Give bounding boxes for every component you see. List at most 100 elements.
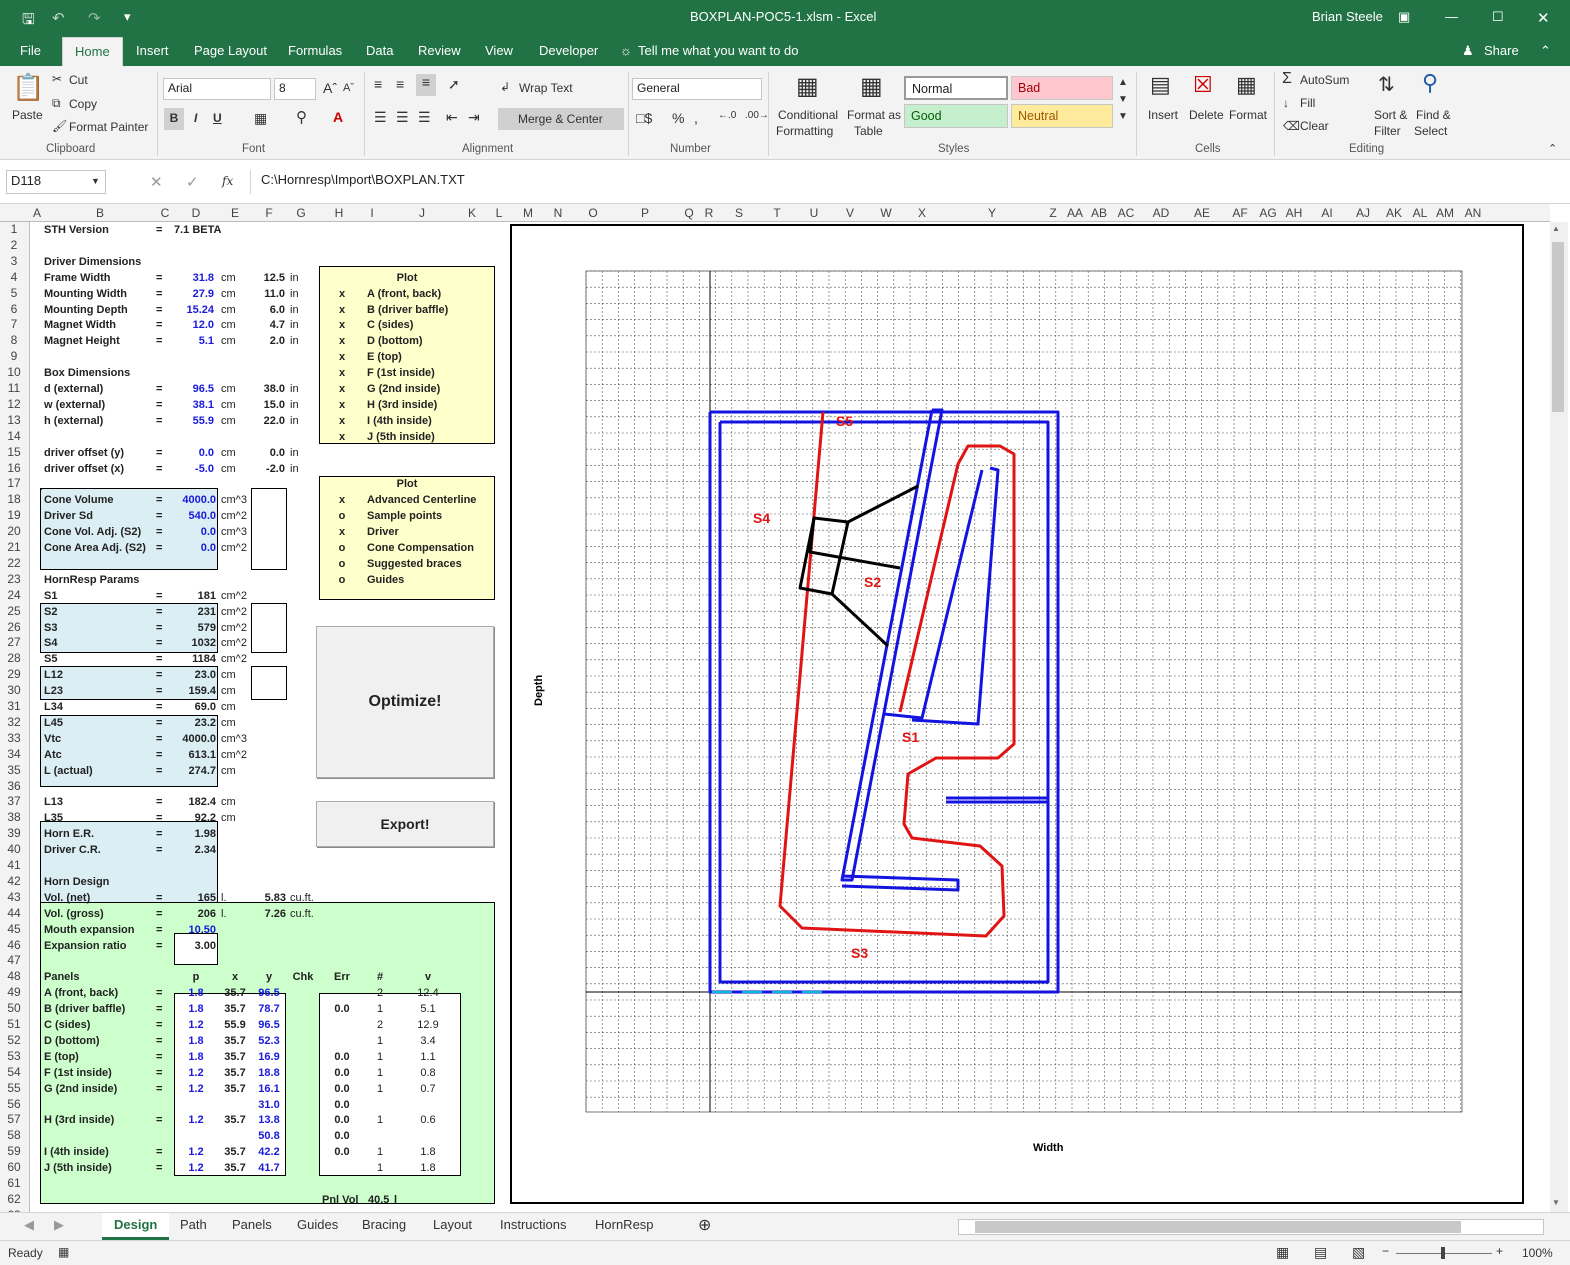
row-header[interactable]: 30 bbox=[0, 683, 28, 697]
hornresp-label[interactable]: S5 bbox=[44, 652, 154, 667]
vol-gross-cuft[interactable]: 7.26 bbox=[252, 907, 286, 922]
hornresp-label[interactable]: L34 bbox=[44, 700, 154, 715]
plot1-label[interactable]: H (3rd inside) bbox=[367, 398, 493, 413]
hornresp-unit[interactable]: cm bbox=[221, 668, 255, 683]
sheet-tab[interactable]: HornResp bbox=[595, 1217, 654, 1232]
row-header[interactable]: 15 bbox=[0, 445, 28, 459]
cone-unit[interactable]: cm^3 bbox=[221, 525, 255, 540]
align-middle-icon[interactable]: ≡ bbox=[396, 76, 404, 92]
hornresp-label[interactable]: Vtc bbox=[44, 732, 154, 747]
hornresp-value[interactable]: 1184 bbox=[174, 652, 216, 667]
plot2-mark[interactable]: o bbox=[319, 573, 365, 588]
panel-err[interactable]: 0.0 bbox=[319, 1113, 365, 1128]
accounting-icon[interactable]: □$ bbox=[636, 110, 652, 126]
panel-err[interactable]: 0.0 bbox=[319, 1002, 365, 1017]
panels-x-header[interactable]: x bbox=[218, 970, 252, 985]
column-header[interactable]: Q bbox=[680, 206, 698, 220]
plot1-label[interactable]: F (1st inside) bbox=[367, 366, 493, 381]
unit-in[interactable]: in bbox=[290, 303, 310, 318]
hornresp-label[interactable]: L45 bbox=[44, 716, 154, 731]
cone-label[interactable]: Driver Sd bbox=[44, 509, 164, 524]
column-header[interactable]: AJ bbox=[1346, 206, 1380, 220]
row-header[interactable]: 59 bbox=[0, 1144, 28, 1158]
panel-v[interactable]: 12.9 bbox=[395, 1018, 461, 1033]
row-header[interactable]: 33 bbox=[0, 731, 28, 745]
eq-sign[interactable]: = bbox=[156, 382, 170, 397]
offset-label[interactable]: driver offset (y) bbox=[44, 446, 154, 461]
zoom-slider-thumb[interactable] bbox=[1441, 1247, 1445, 1259]
copy-button[interactable]: Copy bbox=[69, 97, 97, 111]
extra-unit[interactable]: cm bbox=[221, 811, 255, 826]
unit-cm[interactable]: cm bbox=[221, 271, 241, 286]
cone-value[interactable]: 0.0 bbox=[174, 541, 216, 556]
plot2-mark[interactable]: o bbox=[319, 541, 365, 556]
panel-n[interactable]: 2 bbox=[365, 986, 395, 1001]
underline-button[interactable]: U bbox=[213, 111, 222, 125]
panel-y[interactable]: 16.9 bbox=[252, 1050, 286, 1065]
plot2-mark[interactable]: x bbox=[319, 493, 365, 508]
panel-p[interactable]: 1.8 bbox=[174, 1050, 218, 1065]
panel-err[interactable]: 0.0 bbox=[319, 1129, 365, 1144]
unit-in[interactable]: in bbox=[290, 398, 310, 413]
eq-sign[interactable]: = bbox=[156, 748, 170, 763]
hornresp-label[interactable]: S2 bbox=[44, 605, 154, 620]
column-header[interactable]: AI bbox=[1308, 206, 1346, 220]
panel-n[interactable]: 1 bbox=[365, 1113, 395, 1128]
vol-gross-cuft-unit[interactable]: cu.ft. bbox=[290, 907, 330, 922]
sheet-tab[interactable]: Guides bbox=[297, 1217, 338, 1232]
cone-unit[interactable]: cm^2 bbox=[221, 541, 255, 556]
panel-v[interactable]: 1.8 bbox=[395, 1145, 461, 1160]
panel-n[interactable]: 1 bbox=[365, 1066, 395, 1081]
hornresp-value[interactable]: 274.7 bbox=[174, 764, 216, 779]
cone-value[interactable]: 4000.0 bbox=[174, 493, 216, 508]
plot2-label[interactable]: Cone Compensation bbox=[367, 541, 493, 556]
column-header[interactable]: AK bbox=[1380, 206, 1408, 220]
page-layout-view-icon[interactable]: ▤ bbox=[1314, 1244, 1327, 1261]
fill-color-icon[interactable]: ⚲ bbox=[296, 108, 307, 126]
plot1-mark[interactable]: x bbox=[319, 334, 365, 349]
driver-dim-label[interactable]: Mounting Depth bbox=[44, 303, 154, 318]
exp-ratio-label[interactable]: Expansion ratio bbox=[44, 939, 154, 954]
row-header[interactable]: 16 bbox=[0, 461, 28, 475]
column-header[interactable]: T bbox=[758, 206, 796, 220]
hornresp-unit[interactable]: cm bbox=[221, 700, 255, 715]
panel-v[interactable]: 0.6 bbox=[395, 1113, 461, 1128]
row-header[interactable]: 37 bbox=[0, 794, 28, 808]
extra-value[interactable]: 1.98 bbox=[174, 827, 216, 842]
plot1-mark[interactable]: x bbox=[319, 398, 365, 413]
plot2-label[interactable]: Sample points bbox=[367, 509, 493, 524]
driver-dim-label[interactable]: Magnet Width bbox=[44, 318, 154, 333]
row-header[interactable]: 28 bbox=[0, 651, 28, 665]
panel-y[interactable]: 16.1 bbox=[252, 1082, 286, 1097]
offset-cm[interactable]: 0.0 bbox=[174, 446, 214, 461]
hornresp-title[interactable]: HornResp Params bbox=[44, 573, 184, 588]
row-header[interactable]: 9 bbox=[0, 349, 28, 363]
tell-me-search[interactable]: Tell me what you want to do bbox=[638, 43, 798, 58]
driver-dim-in[interactable]: 6.0 bbox=[252, 303, 285, 318]
redo-icon[interactable]: ↷ bbox=[88, 9, 101, 27]
driver-dim-cm[interactable]: 12.0 bbox=[174, 318, 214, 333]
panel-x[interactable]: 55.9 bbox=[218, 1018, 252, 1033]
panel-v[interactable]: 0.8 bbox=[395, 1066, 461, 1081]
column-header[interactable]: AD bbox=[1142, 206, 1180, 220]
panel-label[interactable]: A (front, back) bbox=[44, 986, 154, 1001]
maximize-icon[interactable]: ☐ bbox=[1492, 9, 1504, 25]
eq-sign[interactable]: = bbox=[156, 684, 170, 699]
tab-data[interactable]: Data bbox=[366, 43, 393, 58]
row-header[interactable]: 58 bbox=[0, 1128, 28, 1142]
vol-net-cuft-unit[interactable]: cu.ft. bbox=[290, 891, 330, 906]
insert-function-button[interactable]: fx bbox=[222, 174, 233, 188]
offset-in[interactable]: -2.0 bbox=[252, 462, 285, 477]
font-size-select[interactable]: 8 bbox=[274, 78, 316, 100]
panel-v[interactable]: 12.4 bbox=[395, 986, 461, 1001]
export-button[interactable]: Export! bbox=[316, 801, 494, 847]
collapse-icon[interactable]: ⌃ bbox=[1548, 142, 1557, 155]
box-dim-cm[interactable]: 96.5 bbox=[174, 382, 214, 397]
minimize-icon[interactable]: — bbox=[1445, 9, 1458, 24]
unit-cm[interactable]: cm bbox=[221, 318, 241, 333]
bold-button[interactable]: B bbox=[164, 108, 184, 130]
panels-n-header[interactable]: # bbox=[365, 970, 395, 985]
panels-err-header[interactable]: Err bbox=[319, 970, 365, 985]
eq-sign[interactable]: = bbox=[156, 1002, 170, 1017]
extra-unit[interactable]: cm bbox=[221, 795, 255, 810]
